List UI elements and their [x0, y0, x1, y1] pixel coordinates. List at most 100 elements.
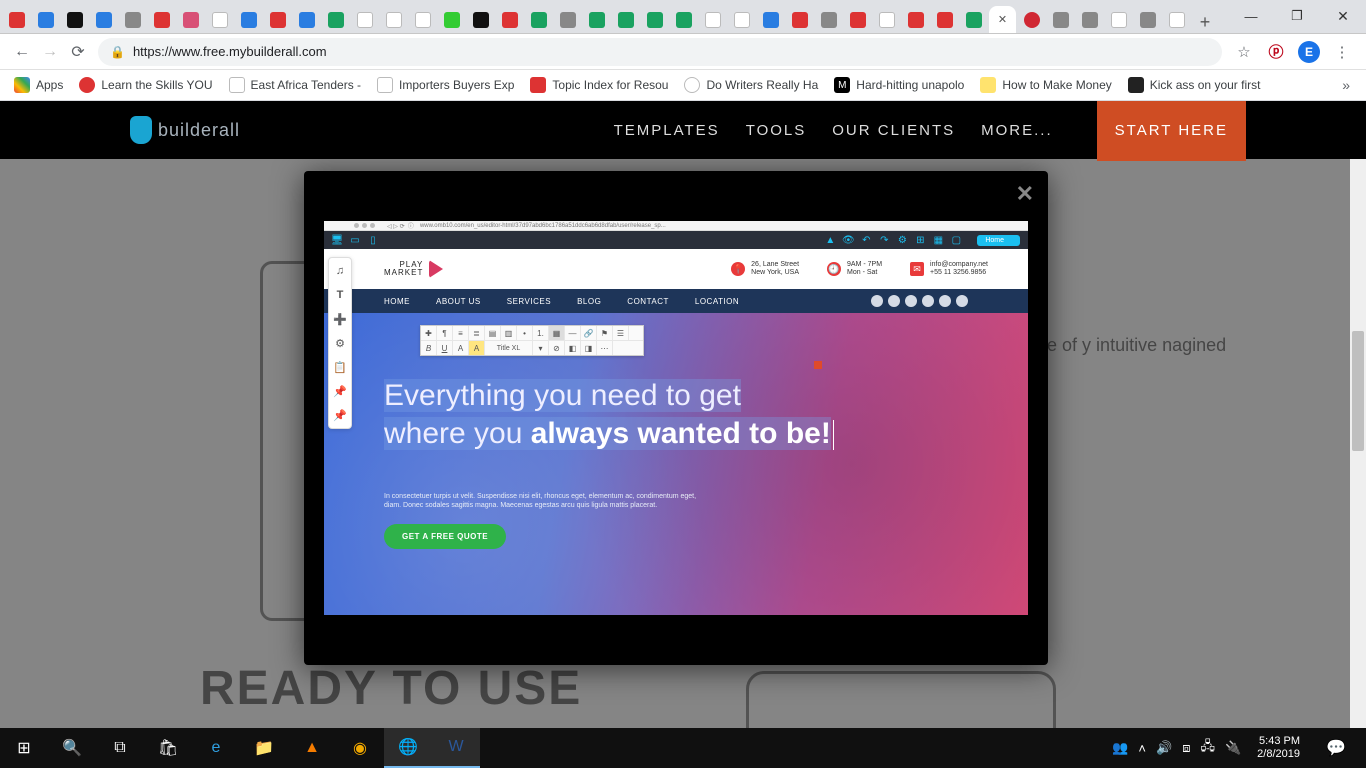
tab[interactable] [612, 6, 639, 33]
nav-more[interactable]: MORE... [981, 122, 1053, 139]
star-icon[interactable]: ☆ [1234, 42, 1254, 62]
tab[interactable] [902, 6, 929, 33]
tab[interactable] [148, 6, 175, 33]
add-icon[interactable]: ➕ [333, 312, 347, 326]
nav-tools[interactable]: TOOLS [746, 122, 807, 139]
tab[interactable] [293, 6, 320, 33]
tab[interactable] [264, 6, 291, 33]
selection-handle[interactable] [814, 361, 822, 369]
bookmark-item[interactable]: Learn the Skills YOU [73, 75, 218, 95]
dropbox-icon[interactable]: ⧈ [1182, 740, 1190, 756]
tab[interactable] [844, 6, 871, 33]
task-view-button[interactable]: ⧉ [96, 728, 144, 768]
layout-icon[interactable]: ▦ [933, 235, 943, 245]
tab[interactable] [728, 6, 755, 33]
page-scrollbar[interactable] [1350, 159, 1366, 728]
close-button[interactable]: ✕ [1320, 1, 1366, 31]
tab[interactable] [32, 6, 59, 33]
word-icon[interactable]: W [432, 728, 480, 768]
mobile-icon[interactable]: ▯ [368, 235, 378, 245]
music-icon[interactable]: ♫ [333, 264, 347, 278]
get-quote-button[interactable]: GET A FREE QUOTE [384, 524, 506, 549]
reload-button[interactable]: ⟳ [64, 38, 92, 66]
maximize-button[interactable]: ❐ [1274, 1, 1320, 31]
home-pill[interactable]: Home [977, 235, 1020, 246]
menu-icon[interactable]: ⋮ [1332, 42, 1352, 62]
warning-icon[interactable]: ▲ [825, 235, 835, 245]
bookmark-item[interactable]: MHard-hitting unapolo [828, 75, 970, 95]
copy-icon[interactable]: 📋 [333, 360, 347, 374]
tab[interactable] [1105, 6, 1132, 33]
bookmark-item[interactable]: Kick ass on your first [1122, 75, 1267, 95]
nav-templates[interactable]: TEMPLATES [614, 122, 720, 139]
bookmark-item[interactable]: How to Make Money [974, 75, 1117, 95]
tab[interactable] [322, 6, 349, 33]
tab[interactable] [3, 6, 30, 33]
tab[interactable] [351, 6, 378, 33]
edge-icon[interactable]: e [192, 728, 240, 768]
tray-chevron-icon[interactable]: ˄ [1138, 741, 1146, 756]
search-button[interactable]: 🔍 [48, 728, 96, 768]
tab[interactable] [583, 6, 610, 33]
tab[interactable] [1018, 6, 1045, 33]
start-here-button[interactable]: START HERE [1097, 101, 1246, 161]
forward-button[interactable]: → [36, 38, 64, 66]
hero-heading[interactable]: Everything you need to get where you alw… [384, 377, 968, 452]
eye-icon[interactable]: 👁 [843, 235, 853, 245]
tab-active[interactable]: ✕ [989, 6, 1016, 33]
tab[interactable] [525, 6, 552, 33]
omnibox[interactable]: 🔒 https://www.free.mybuilderall.com [98, 38, 1222, 66]
grid-icon[interactable]: ⊞ [915, 235, 925, 245]
tab[interactable] [206, 6, 233, 33]
redo-icon[interactable]: ↷ [879, 235, 889, 245]
tnav-about[interactable]: ABOUT US [436, 297, 481, 306]
tab[interactable] [757, 6, 784, 33]
vlc-icon[interactable]: ▲ [288, 728, 336, 768]
nav-clients[interactable]: OUR CLIENTS [832, 122, 955, 139]
bookmarks-overflow[interactable]: » [1334, 75, 1358, 95]
tab[interactable] [496, 6, 523, 33]
tnav-location[interactable]: LOCATION [695, 297, 739, 306]
start-button[interactable]: ⊞ [0, 728, 48, 768]
tab[interactable] [1076, 6, 1103, 33]
tab[interactable] [235, 6, 262, 33]
apps-button[interactable]: Apps [8, 75, 69, 95]
text-editor-toolbar[interactable]: ✚¶≡≣▤▥•1.▦—🔗⚑☰ BUAATitle XL▾⊘◧◨⋯ [420, 325, 644, 356]
tnav-blog[interactable]: BLOG [577, 297, 601, 306]
tab[interactable] [641, 6, 668, 33]
chrome-icon[interactable]: 🌐 [384, 728, 432, 768]
profile-avatar[interactable]: E [1298, 41, 1320, 63]
settings-icon[interactable]: ⚙ [333, 336, 347, 350]
people-icon[interactable]: 👥 [1112, 740, 1128, 756]
tablet-icon[interactable]: ▭ [350, 235, 360, 245]
network-icon[interactable]: 🖧 [1200, 737, 1215, 759]
site-logo[interactable]: builderall [130, 116, 240, 144]
pin-icon[interactable]: 📌 [333, 384, 347, 398]
tab[interactable] [90, 6, 117, 33]
app-icon[interactable]: ◉ [336, 728, 384, 768]
tab[interactable] [1047, 6, 1074, 33]
tab[interactable] [380, 6, 407, 33]
tab[interactable] [670, 6, 697, 33]
tab[interactable] [1163, 6, 1190, 33]
tnav-home[interactable]: HOME [384, 297, 410, 306]
scrollbar-thumb[interactable] [1352, 331, 1364, 451]
power-icon[interactable]: 🔌 [1225, 740, 1241, 756]
tab[interactable] [61, 6, 88, 33]
tab[interactable] [786, 6, 813, 33]
new-tab-button[interactable]: + [1191, 12, 1219, 33]
tab[interactable] [873, 6, 900, 33]
tab[interactable] [931, 6, 958, 33]
tab[interactable] [119, 6, 146, 33]
tab[interactable] [409, 6, 436, 33]
save-icon[interactable]: ▢ [951, 235, 961, 245]
text-tool-icon[interactable]: T [333, 288, 347, 302]
tab[interactable] [699, 6, 726, 33]
action-center-icon[interactable]: 💬 [1316, 728, 1356, 768]
bookmark-item[interactable]: Do Writers Really Ha [678, 75, 824, 95]
minimize-button[interactable]: — [1228, 1, 1274, 31]
pinterest-icon[interactable]: ⓟ [1266, 42, 1286, 62]
close-icon[interactable]: ✕ [995, 12, 1011, 28]
tnav-services[interactable]: SERVICES [507, 297, 551, 306]
volume-icon[interactable]: 🔊 [1156, 740, 1172, 756]
